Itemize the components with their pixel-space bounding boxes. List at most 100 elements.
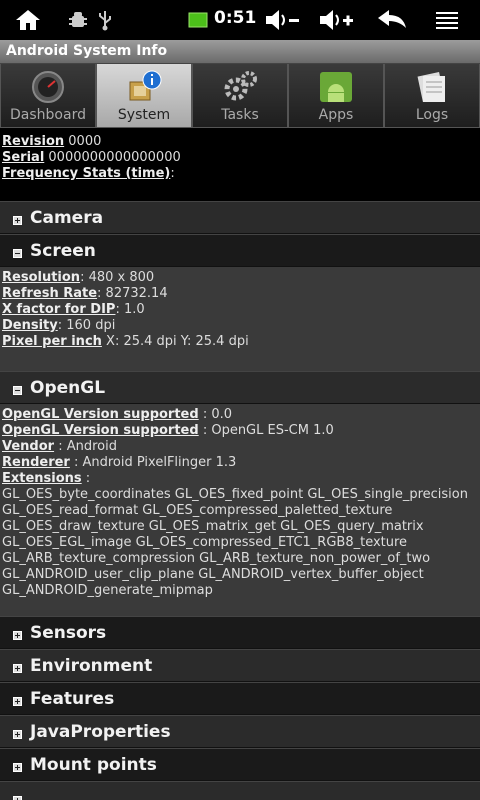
info-key: OpenGL Version supported [2,407,199,422]
app-title-bar: Android System Info [0,40,480,64]
info-value: : 480 x 800 [80,270,155,285]
info-value: : 0.0 [198,407,233,422]
info-row: Frequency Stats (time): [0,166,480,182]
section-title: Environment [30,655,153,676]
extension-line: GL_OES_byte_coordinates GL_OES_fixed_poi… [2,487,468,502]
info-row: Refresh Rate: 82732.14 [0,286,480,302]
info-value: : Android [54,439,117,454]
tab-system[interactable]: System [96,64,192,128]
info-value: : Android PixelFlinger 1.3 [69,455,237,470]
section-screen-header[interactable]: Screen [0,234,480,267]
volume-up-icon[interactable] [316,0,356,40]
info-value: 0000 [64,134,102,149]
expand-icon [13,664,22,673]
section-title: Sensors [30,622,107,643]
tab-label: Logs [415,107,449,123]
tab-tasks[interactable]: Tasks [192,64,288,128]
info-row: OpenGL Version supported : OpenGL ES-CM … [0,423,480,439]
info-value: : 82732.14 [97,286,168,301]
volume-down-icon[interactable] [262,0,302,40]
extension-line: GL_ANDROID_generate_mipmap [2,583,213,598]
info-key: X factor for DIP [2,302,116,317]
tab-label: Tasks [221,107,259,123]
expand-icon [13,796,22,800]
collapse-icon [13,249,22,258]
app-title: Android System Info [6,43,168,59]
section-title: Mount points [30,754,157,775]
extension-line: GL_ANDROID_user_clip_plane GL_ANDROID_ve… [2,567,424,582]
back-icon[interactable] [374,0,410,40]
section-title: Features [30,688,115,709]
expand-icon [13,730,22,739]
section-camera-header[interactable]: Camera [0,201,480,234]
tab-apps[interactable]: Apps [288,64,384,128]
section-sensors-header[interactable]: Sensors [0,616,480,649]
section-javaproperties-header[interactable]: JavaProperties [0,715,480,748]
section-next-header[interactable] [0,781,480,800]
battery-icon [186,0,210,40]
section-mountpoints-header[interactable]: Mount points [0,748,480,781]
info-row: Renderer : Android PixelFlinger 1.3 [0,455,480,471]
info-row: Density: 160 dpi [0,318,480,334]
home-icon[interactable] [10,0,46,40]
status-bar: 0:51 [0,0,480,40]
info-row: Revision 0000 [0,134,480,150]
collapse-icon [13,386,22,395]
section-title: Camera [30,207,104,228]
info-row: X factor for DIP: 1.0 [0,302,480,318]
info-key: Serial [2,150,45,165]
info-row: OpenGL Version supported : 0.0 [0,407,480,423]
section-title: Screen [30,240,96,261]
tab-label: Dashboard [10,107,86,123]
usb-icon [94,0,116,40]
tab-logs[interactable]: Logs [384,64,480,128]
info-row: Resolution: 480 x 800 [0,270,480,286]
section-title: JavaProperties [30,721,171,742]
clock: 0:51 [214,8,257,28]
dashboard-icon [32,71,64,103]
section-screen-body: Resolution: 480 x 800 Refresh Rate: 8273… [0,267,480,371]
expand-icon [13,763,22,772]
info-row: Vendor : Android [0,439,480,455]
section-features-header[interactable]: Features [0,682,480,715]
info-row: Extensions : [0,471,480,487]
info-value: 0000000000000000 [44,150,181,165]
expand-icon [13,216,22,225]
info-value: : [81,471,91,486]
tab-dashboard[interactable]: Dashboard [0,64,96,128]
expand-icon [13,631,22,640]
extension-line: GL_OES_EGL_image GL_OES_compressed_ETC1_… [2,535,408,550]
extension-line: GL_ARB_texture_compression GL_ARB_textur… [2,551,431,566]
system-icon [129,70,162,101]
logs-icon [417,71,445,103]
tab-bar: Dashboard System Tasks Apps Logs [0,64,480,128]
info-value: : 160 dpi [57,318,116,333]
tab-label: System [117,107,171,123]
android-icon [320,72,352,102]
info-value: : OpenGL ES-CM 1.0 [198,423,334,438]
expand-icon [13,697,22,706]
tab-label: Apps [318,107,354,123]
extension-line: GL_OES_read_format GL_OES_compressed_pal… [2,503,393,518]
info-row: Serial 0000000000000000 [0,150,480,166]
info-key: Resolution [2,270,81,285]
general-info: Revision 0000 Serial 0000000000000000 Fr… [0,128,480,201]
debug-icon [66,0,90,40]
info-value: : [170,166,175,181]
info-key: Refresh Rate [2,286,98,301]
info-key: Density [2,318,58,333]
section-environment-header[interactable]: Environment [0,649,480,682]
section-title: OpenGL [30,377,106,398]
extension-line: GL_OES_draw_texture GL_OES_matrix_get GL… [2,519,424,534]
info-value: X: 25.4 dpi Y: 25.4 dpi [101,334,249,349]
info-key: Revision [2,134,65,149]
info-key: Extensions [2,471,82,486]
section-opengl-header[interactable]: OpenGL [0,371,480,404]
info-key: Pixel per inch [2,334,102,349]
info-key: Vendor [2,439,55,454]
gears-icon [224,71,257,101]
info-key: Frequency Stats (time) [2,166,171,181]
menu-icon[interactable] [432,0,462,40]
info-row: Pixel per inch X: 25.4 dpi Y: 25.4 dpi [0,334,480,350]
system-info-content[interactable]: Revision 0000 Serial 0000000000000000 Fr… [0,128,480,800]
